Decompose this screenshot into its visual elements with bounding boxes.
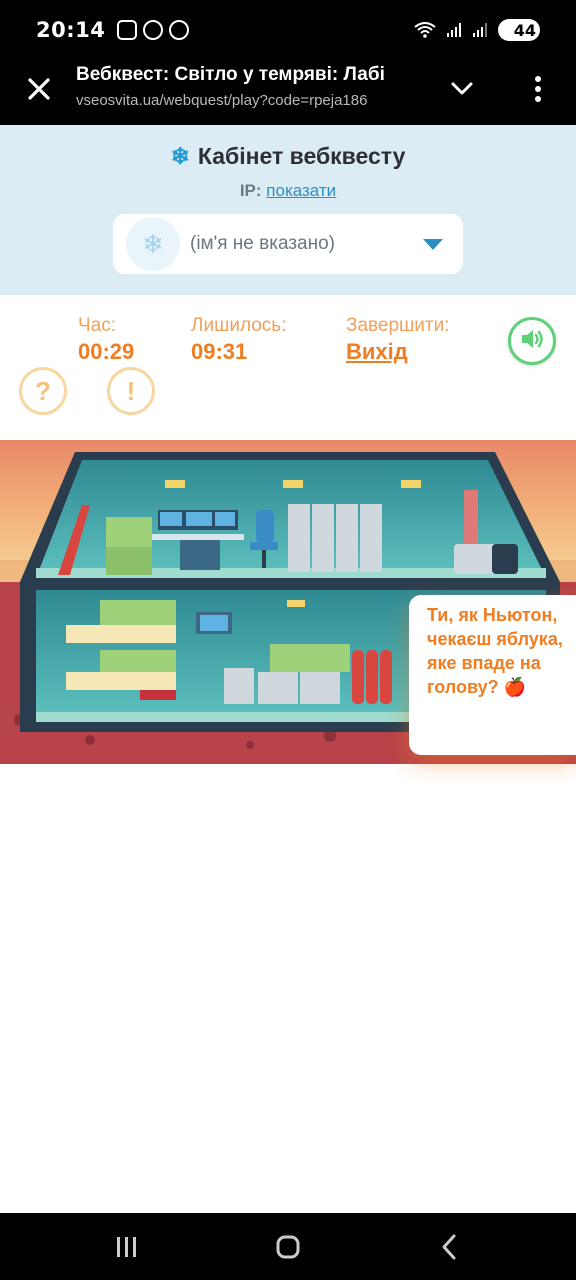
browser-toolbar: Вебквест: Світло у темряві: Лабі vseosvi…	[0, 60, 576, 125]
finish: Завершити: Вихід	[346, 315, 450, 365]
back-icon[interactable]	[434, 1231, 466, 1263]
snowflake-icon: ❄	[170, 143, 190, 169]
finish-label: Завершити:	[346, 315, 450, 336]
ip-label: IP:	[239, 181, 262, 200]
system-navigation-bar	[0, 1213, 576, 1280]
page-url[interactable]: vseosvita.ua/webquest/play?code=rpeja186	[76, 92, 424, 109]
user-name: (ім'я не вказано)	[190, 233, 335, 254]
hint-text: Ти, як Ньютон, чекаєш яблука, яке впаде …	[427, 605, 563, 697]
battery-level: 44	[513, 20, 536, 40]
remaining-time-value: 09:31	[191, 339, 248, 364]
viber-icon	[169, 20, 190, 40]
signal-icon	[446, 22, 462, 38]
ip-show-link[interactable]: показати	[266, 181, 336, 200]
remaining-time-label: Лишилось:	[191, 315, 287, 336]
screenshot-icon	[117, 20, 138, 40]
more-options-icon[interactable]	[526, 72, 550, 106]
cabinet-title: ❄ Кабінет вебквесту	[0, 143, 576, 170]
chevron-down-icon[interactable]	[448, 74, 476, 102]
status-bar: 20:14 44	[0, 0, 576, 60]
recent-apps-icon[interactable]	[111, 1231, 143, 1263]
remaining-time: Лишилось: 09:31	[191, 315, 286, 365]
webquest-cabinet: ❄ Кабінет вебквесту IP: показати ❄ (ім'я …	[0, 125, 576, 295]
caret-down-icon	[423, 239, 443, 250]
close-icon[interactable]	[22, 72, 56, 106]
quest-stats: Час: 00:29 Лишилось: 09:31 Завершити: Ви…	[0, 295, 576, 440]
signal-icon	[472, 22, 488, 38]
question-icon: ?	[35, 375, 51, 406]
user-select-dropdown[interactable]: ❄ (ім'я не вказано)	[113, 214, 463, 274]
help-question-button[interactable]: ?	[19, 367, 67, 415]
hint-speech-bubble: Ти, як Ньютон, чекаєш яблука, яке впаде …	[409, 595, 576, 755]
wifi-icon	[414, 22, 436, 38]
sound-toggle-button[interactable]	[508, 317, 556, 365]
exclamation-icon: !	[126, 375, 136, 406]
page-title: Вебквест: Світло у темряві: Лабі	[76, 64, 385, 85]
exit-link[interactable]: Вихід	[346, 339, 450, 365]
ip-line: IP: показати	[0, 181, 576, 201]
cabinet-title-text: Кабінет вебквесту	[197, 143, 406, 169]
battery-icon: 44	[498, 19, 540, 41]
avatar: ❄	[126, 217, 180, 271]
elapsed-time-value: 00:29	[78, 339, 135, 364]
speaker-icon	[519, 327, 545, 356]
elapsed-time: Час: 00:29	[78, 315, 134, 365]
navigation-icon	[143, 20, 164, 40]
home-icon[interactable]	[272, 1231, 304, 1263]
snowflake-icon: ❄	[142, 228, 164, 259]
elapsed-time-label: Час:	[78, 315, 117, 336]
clock: 20:14	[36, 18, 106, 42]
hint-exclamation-button[interactable]: !	[107, 367, 155, 415]
